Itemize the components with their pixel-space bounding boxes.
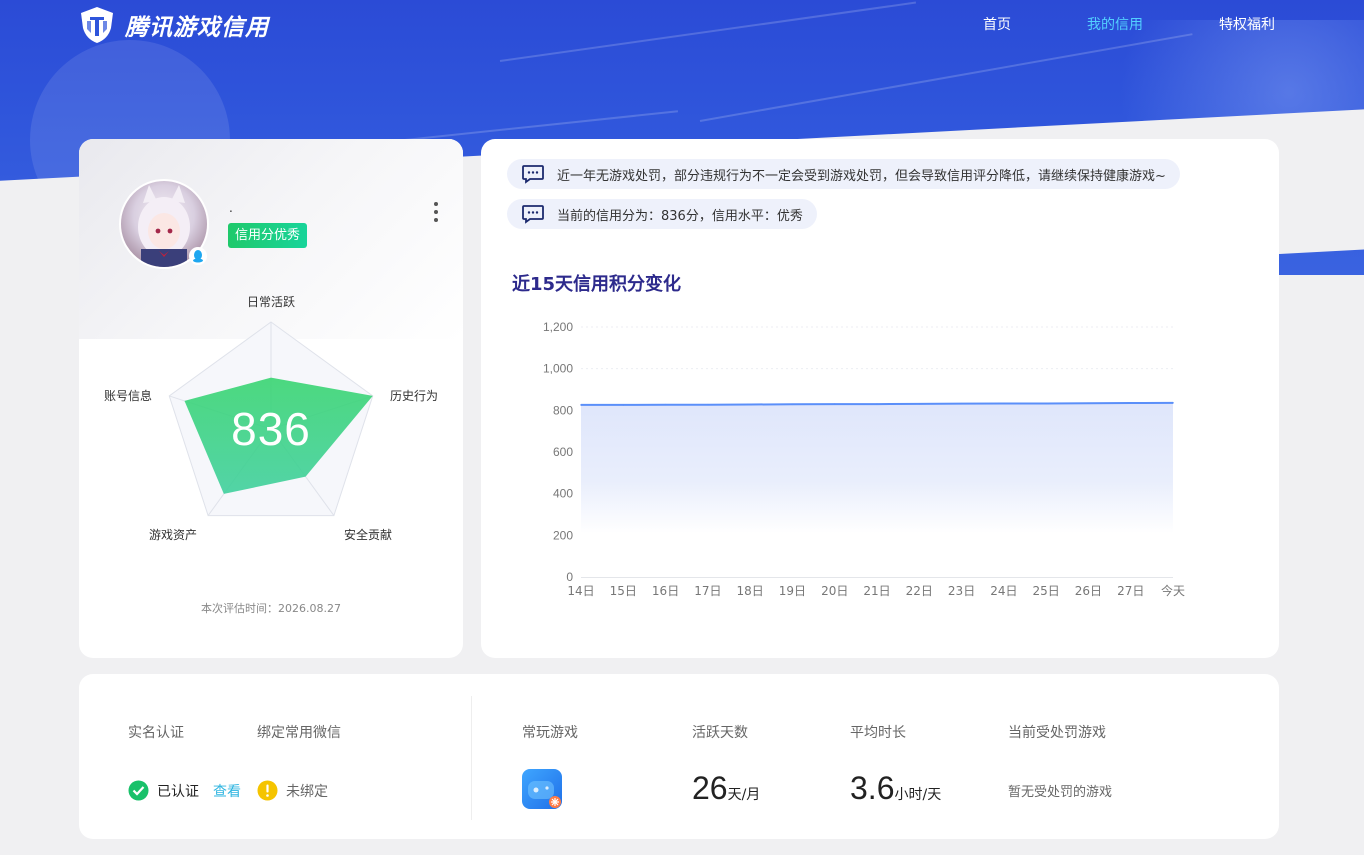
check-circle-icon (128, 780, 149, 801)
avg-duration-unit: 小时/天 (894, 787, 942, 803)
notice-current-score: 当前的信用分为：836分，信用水平：优秀 (507, 199, 817, 229)
nav-my-credit[interactable]: 我的信用 (1087, 14, 1143, 34)
notice-penalty-info: 近一年无游戏处罚，部分违规行为不一定会受到游戏处罚，但会导致信用评分降低，请继续… (507, 159, 1180, 189)
data-point (580, 404, 582, 406)
x-tick-label: 20日 (821, 584, 848, 598)
radar-label-account-info: 账号信息 (104, 389, 153, 403)
nav-privileges[interactable]: 特权福利 (1219, 14, 1275, 34)
message-bubble-icon (522, 165, 544, 184)
y-tick-label: 1,000 (543, 362, 573, 376)
game-icon[interactable] (522, 769, 562, 809)
data-point (1087, 402, 1090, 405)
x-tick-label: 25日 (1033, 584, 1060, 598)
y-tick-label: 1,200 (543, 320, 573, 334)
credit-trend-chart: 0 200 400 600 800 1,000 1,200 14日 15日 16日 17日 18日 19… (543, 320, 1185, 598)
section-divider (471, 696, 472, 820)
data-point (1045, 402, 1047, 405)
wechat-status: 未绑定 (286, 783, 328, 800)
data-point (791, 403, 794, 406)
chart-title: 近15天信用积分变化 (512, 274, 682, 295)
data-point (664, 403, 667, 406)
data-point (707, 403, 709, 406)
x-tick-label: 15日 (610, 584, 637, 598)
y-tick-label: 400 (553, 487, 573, 501)
radar-label-daily-activity: 日常活跃 (247, 295, 296, 309)
gamepad-icon (528, 781, 561, 808)
active-days-unit: 天/月 (727, 787, 761, 803)
warning-circle-icon (257, 780, 278, 801)
x-tick-label: 21日 (863, 584, 890, 598)
wechat-status-row[interactable]: 未绑定 (257, 780, 328, 801)
radar-label-history: 历史行为 (390, 389, 439, 403)
active-days-label: 活跃天数 (692, 725, 748, 741)
x-tick-label: 27日 (1117, 584, 1144, 598)
nav-home[interactable]: 首页 (983, 14, 1011, 34)
avg-duration-stat: 3.6小时/天 (850, 770, 941, 807)
evaluation-time: 本次评估时间：2026.08.27 (201, 602, 341, 615)
data-point (876, 403, 878, 405)
data-point (1172, 402, 1174, 404)
x-tick-label: 22日 (906, 584, 933, 598)
y-tick-label: 200 (553, 528, 573, 542)
active-days-value: 26 (692, 770, 728, 806)
data-point (918, 403, 921, 405)
y-tick-label: 600 (553, 445, 573, 459)
active-days-stat: 26天/月 (692, 770, 760, 807)
x-tick-label: 18日 (737, 584, 764, 598)
account-stats-card: 实名认证 绑定常用微信 已认证 查看 未绑定 常玩游戏 活跃天数 26天/月 平… (79, 674, 1279, 839)
data-point (1003, 402, 1005, 405)
top-nav: 首页 我的信用 特权福利 (0, 14, 1364, 34)
credit-trend-card: 近一年无游戏处罚，部分违规行为不一定会受到游戏处罚，但会导致信用评分降低，请继续… (481, 139, 1279, 658)
radar-label-game-assets: 游戏资产 (149, 528, 198, 542)
area-fill (581, 402, 1173, 577)
x-tick-label: 19日 (779, 584, 806, 598)
penalty-games-label: 当前受处罚游戏 (1008, 725, 1106, 741)
notice-text: 当前的信用分为：836分，信用水平：优秀 (557, 208, 803, 224)
x-tick-label: 23日 (948, 584, 975, 598)
y-tick-label: 800 (553, 403, 573, 417)
x-tick-label: 17日 (694, 584, 721, 598)
x-tick-label: 24日 (990, 584, 1017, 598)
realname-label: 实名认证 (128, 725, 184, 741)
wechat-label: 绑定常用微信 (257, 725, 341, 741)
avg-duration-value: 3.6 (850, 770, 895, 806)
data-point (833, 403, 836, 405)
y-tick-label: 0 (566, 570, 573, 584)
x-tick-label: 16日 (652, 584, 679, 598)
x-tick-label: 14日 (567, 584, 594, 598)
profile-card: . 信用分优秀 日常活跃 历史行为 安全贡献 游戏资产 账号信息 836 本次评… (79, 139, 463, 658)
notice-text: 近一年无游戏处罚，部分违规行为不一定会受到游戏处罚，但会导致信用评分降低，请继续… (557, 168, 1166, 184)
radar-label-security: 安全贡献 (344, 528, 393, 542)
data-point (749, 403, 751, 406)
frequent-games-label: 常玩游戏 (522, 725, 578, 741)
message-bubble-icon (522, 205, 544, 224)
data-point (622, 404, 625, 406)
view-realname-link[interactable]: 查看 (213, 781, 241, 801)
realname-status: 已认证 (157, 783, 199, 800)
avg-duration-label: 平均时长 (850, 725, 906, 741)
penalty-games-value: 暂无受处罚的游戏 (1008, 785, 1113, 800)
x-tick-label: 今天 (1161, 583, 1185, 598)
x-tick-label: 26日 (1075, 584, 1102, 598)
data-point (1129, 402, 1132, 404)
data-point (960, 402, 963, 405)
realname-status-row: 已认证 查看 (128, 780, 241, 801)
